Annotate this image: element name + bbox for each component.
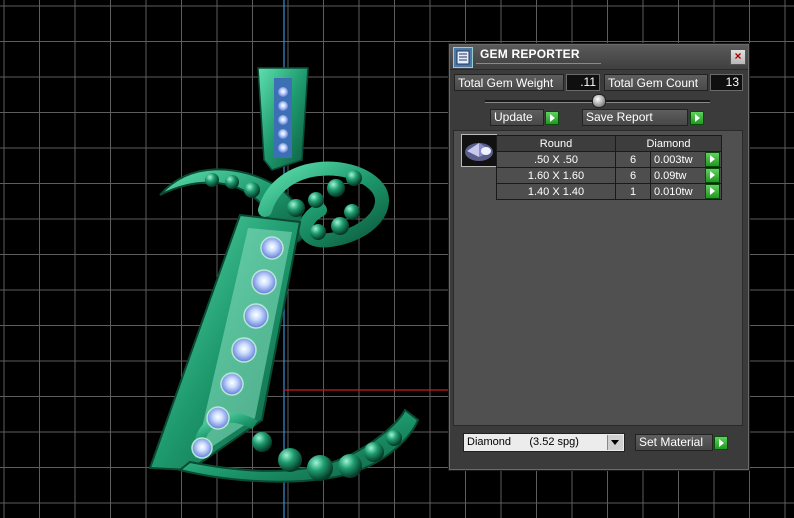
total-gem-weight-label: Total Gem Weight: [454, 74, 564, 91]
total-gem-count-label: Total Gem Count: [604, 74, 708, 91]
update-arrow-icon[interactable]: [545, 111, 559, 125]
panel-title: GEM REPORTER: [480, 47, 580, 61]
set-material-arrow-icon[interactable]: [714, 436, 728, 450]
gem-list-area: Round Diamond .50 X .50 6 0.003tw 1.60 X…: [453, 130, 743, 426]
save-report-button[interactable]: Save Report: [582, 109, 688, 126]
close-button[interactable]: ×: [730, 49, 746, 65]
save-report-arrow-icon[interactable]: [690, 111, 704, 125]
gem-size: .50 X .50: [496, 151, 616, 168]
gem-reporter-icon: [453, 47, 473, 68]
update-button[interactable]: Update: [490, 109, 544, 126]
row-arrow-icon[interactable]: [705, 184, 720, 199]
set-material-button[interactable]: Set Material: [635, 434, 713, 451]
total-gem-count-value: 13: [710, 74, 743, 91]
material-select[interactable]: Diamond (3.52 spg): [463, 433, 625, 452]
slider-thumb[interactable]: [592, 94, 606, 108]
gem-weight: 0.09tw: [654, 169, 687, 182]
total-gem-weight-value: .11: [566, 74, 600, 91]
gem-count: 1: [615, 183, 651, 200]
gem-count: 6: [615, 151, 651, 168]
table-row[interactable]: .50 X .50 6 0.003tw: [496, 151, 722, 168]
material-select-value: Diamond (3.52 spg): [467, 436, 579, 448]
gem-reporter-panel: GEM REPORTER × Total Gem Weight .11 Tota…: [449, 44, 749, 470]
header-round: Round: [496, 135, 616, 152]
gem-weight: 0.003tw: [654, 153, 693, 166]
table-row[interactable]: 1.40 X 1.40 1 0.010tw: [496, 183, 722, 200]
gem-weight: 0.010tw: [654, 185, 693, 198]
gem-thumbnail[interactable]: [461, 134, 497, 167]
gem-table: Round Diamond .50 X .50 6 0.003tw 1.60 X…: [496, 135, 722, 200]
gem-size: 1.60 X 1.60: [496, 167, 616, 184]
table-row[interactable]: 1.60 X 1.60 6 0.09tw: [496, 167, 722, 184]
gem-count: 6: [615, 167, 651, 184]
header-diamond: Diamond: [615, 135, 722, 152]
row-arrow-icon[interactable]: [705, 168, 720, 183]
row-arrow-icon[interactable]: [705, 152, 720, 167]
chevron-down-icon[interactable]: [607, 435, 623, 450]
gem-size: 1.40 X 1.40: [496, 183, 616, 200]
title-bar[interactable]: GEM REPORTER ×: [450, 45, 748, 70]
title-divider: [476, 63, 601, 64]
